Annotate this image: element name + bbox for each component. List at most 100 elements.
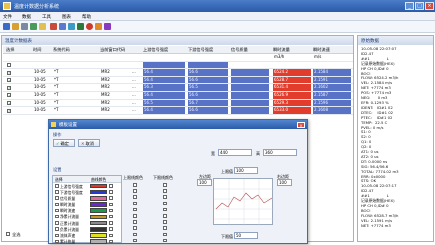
menu-chart[interactable]: 图表 — [62, 14, 71, 20]
series-color-check[interactable] — [109, 196, 113, 200]
exit-icon[interactable] — [104, 23, 111, 30]
lower-color-check[interactable] — [163, 195, 167, 199]
info-icon[interactable] — [77, 23, 84, 30]
lower-color-check[interactable] — [163, 189, 167, 193]
chart-icon[interactable] — [50, 23, 57, 30]
series-checkbox[interactable] — [55, 233, 59, 237]
row-checkbox[interactable] — [7, 85, 11, 90]
height-input[interactable]: 360 — [263, 149, 297, 156]
menu-help[interactable]: 帮助 — [82, 14, 91, 20]
row-more-button[interactable]: ... — [131, 100, 141, 107]
series-checkbox[interactable] — [55, 202, 59, 207]
lower-color-check[interactable] — [163, 226, 167, 230]
menu-data[interactable]: 数据 — [22, 14, 31, 20]
upper-color-check[interactable] — [133, 226, 137, 230]
row-checkbox[interactable] — [7, 70, 11, 75]
settings-icon[interactable] — [59, 23, 66, 30]
row-more-button[interactable]: ... — [131, 77, 141, 84]
row-checkbox[interactable] — [7, 93, 11, 98]
row-checkbox[interactable] — [7, 78, 11, 83]
series-checkbox[interactable] — [55, 184, 59, 188]
save-icon[interactable] — [3, 23, 10, 30]
upper-color-check[interactable] — [133, 214, 137, 218]
right-margin-input[interactable]: 100 — [277, 179, 292, 186]
upper-color-check[interactable] — [133, 195, 137, 199]
series-checkbox[interactable] — [55, 239, 59, 244]
lower-color-check[interactable] — [163, 220, 167, 224]
row-checkbox[interactable] — [7, 63, 11, 68]
series-color-swatch[interactable] — [90, 226, 107, 232]
row-more-button[interactable]: ... — [131, 92, 141, 99]
series-color-swatch[interactable] — [90, 214, 107, 220]
series-checkbox[interactable] — [55, 208, 59, 213]
series-color-swatch[interactable] — [90, 233, 107, 238]
series-color-swatch[interactable] — [90, 195, 107, 201]
lower-color-check[interactable] — [163, 238, 167, 243]
print-icon[interactable] — [21, 23, 28, 30]
ok-button[interactable]: ✓确定 — [53, 139, 75, 147]
series-color-check[interactable] — [109, 239, 113, 244]
series-color-swatch[interactable] — [90, 208, 107, 213]
width-input[interactable]: 440 — [218, 149, 252, 156]
refresh-icon[interactable] — [68, 23, 75, 30]
table-row[interactable]: 10-05*TMR256.456.66533.02.1608... — [3, 107, 353, 115]
series-color-swatch[interactable] — [90, 220, 107, 226]
series-color-check[interactable] — [109, 202, 113, 207]
upper-color-check[interactable] — [133, 207, 137, 212]
series-color-swatch[interactable] — [90, 189, 107, 195]
series-checkbox[interactable] — [55, 196, 59, 200]
series-item[interactable]: 累计热量 — [53, 239, 121, 245]
table-row[interactable]: 10-05*TMR256.556.76529.32.1596... — [3, 99, 353, 108]
series-color-check[interactable] — [109, 221, 113, 225]
series-checkbox[interactable] — [55, 190, 59, 194]
left-margin-input[interactable]: 100 — [197, 179, 212, 186]
series-color-check[interactable] — [109, 184, 113, 188]
close-button[interactable]: × — [425, 2, 434, 10]
row-more-button[interactable]: ... — [131, 69, 141, 76]
search-icon[interactable] — [30, 23, 37, 30]
series-checkbox[interactable] — [55, 227, 59, 231]
upper-color-check[interactable] — [133, 232, 137, 237]
upper-limit-input[interactable]: 100 — [234, 167, 258, 174]
series-color-check[interactable] — [109, 214, 113, 219]
lower-color-check[interactable] — [163, 232, 167, 237]
lower-limit-input[interactable]: 50 — [234, 232, 258, 239]
row-more-button[interactable]: ... — [131, 107, 141, 114]
series-color-check[interactable] — [109, 190, 113, 194]
series-color-check[interactable] — [109, 227, 113, 231]
table-row[interactable]: 10-05*TMR256.456.66524.22.1584... — [3, 69, 353, 77]
series-color-swatch[interactable] — [90, 202, 107, 207]
lower-color-check[interactable] — [163, 201, 167, 206]
copy-icon[interactable] — [12, 23, 19, 30]
upper-color-check[interactable] — [133, 189, 137, 193]
maximize-button[interactable]: □ — [415, 2, 424, 10]
cancel-button[interactable]: ✕取消 — [78, 139, 100, 147]
series-color-swatch[interactable] — [90, 239, 107, 244]
series-color-check[interactable] — [109, 208, 113, 213]
row-more-button[interactable]: ... — [131, 84, 141, 91]
series-checkbox[interactable] — [55, 221, 59, 225]
upper-color-check[interactable] — [133, 220, 137, 224]
upper-color-check[interactable] — [133, 201, 137, 206]
table-row[interactable] — [3, 61, 353, 70]
stop-icon[interactable] — [86, 23, 93, 30]
table-row[interactable]: 10-05*TMR256.456.66528.72.1591... — [3, 76, 353, 85]
table-row[interactable]: 10-05*TMR256.456.66526.92.1587... — [3, 91, 353, 100]
lower-color-check[interactable] — [163, 214, 167, 218]
upper-color-check[interactable] — [133, 183, 137, 187]
lower-color-check[interactable] — [163, 183, 167, 187]
series-checkbox[interactable] — [55, 214, 59, 219]
row-checkbox[interactable] — [7, 101, 11, 106]
series-color-check[interactable] — [109, 233, 113, 237]
row-checkbox[interactable] — [7, 108, 11, 113]
menu-tools[interactable]: 工具 — [42, 14, 51, 20]
lower-color-check[interactable] — [163, 207, 167, 212]
select-all-checkbox[interactable] — [6, 232, 10, 236]
dialog-close-button[interactable]: × — [297, 121, 305, 128]
menu-file[interactable]: 文件 — [3, 14, 12, 20]
help-icon[interactable] — [95, 23, 102, 30]
minimize-button[interactable]: _ — [405, 2, 414, 10]
open-icon[interactable] — [39, 23, 46, 30]
table-row[interactable]: 10-05*TMR256.356.56531.42.1602... — [3, 84, 353, 92]
series-color-swatch[interactable] — [90, 183, 107, 189]
